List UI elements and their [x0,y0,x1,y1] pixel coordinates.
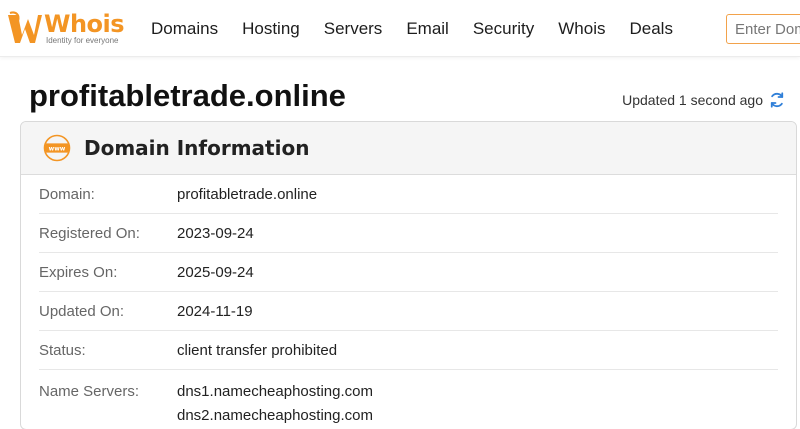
svg-text:www: www [49,145,66,152]
refresh-icon[interactable] [768,91,786,109]
card-title: Domain Information [84,136,310,160]
top-navbar: Whois Identity for everyone Domains Host… [0,0,800,57]
nav-hosting[interactable]: Hosting [242,18,300,40]
domain-info-table: Domain: profitabletrade.online Registere… [21,175,796,428]
brand-name: Whois [44,10,125,38]
row-label: Updated On: [39,302,125,320]
card-header: www Domain Information [21,122,796,175]
name-server-item: dns2.namecheaphosting.com [177,407,373,424]
main-nav: Domains Hosting Servers Email Security W… [151,18,697,40]
row-label: Status: [39,341,86,359]
www-icon: www [43,134,71,162]
whois-logo-icon [8,11,42,43]
updated-status: Updated 1 second ago [622,91,786,109]
nav-domains[interactable]: Domains [151,18,218,40]
row-value: client transfer prohibited [177,341,338,359]
domain-search-input[interactable] [726,14,800,44]
name-server-item: dns1.namecheaphosting.com [177,383,373,400]
whois-logo[interactable]: Whois Identity for everyone [4,9,134,49]
brand-tagline: Identity for everyone [46,36,119,45]
nav-email[interactable]: Email [406,18,449,40]
row-label: Domain: [39,185,95,203]
row-value: 2025-09-24 [177,263,254,281]
row-label: Name Servers: [39,383,140,400]
nav-servers[interactable]: Servers [324,18,383,40]
page-title: profitabletrade.online [29,78,346,113]
row-label: Expires On: [39,263,118,281]
info-row-updated: Updated On: 2024-11-19 [39,292,778,331]
row-value: 2024-11-19 [177,302,253,320]
updated-text: Updated 1 second ago [622,92,763,108]
info-row-domain: Domain: profitabletrade.online [39,175,778,214]
info-row-status: Status: client transfer prohibited [39,331,778,370]
row-value: profitabletrade.online [177,185,318,203]
row-label: Registered On: [39,224,140,242]
info-row-registered: Registered On: 2023-09-24 [39,214,778,253]
nav-security[interactable]: Security [473,18,534,40]
info-row-name-servers: Name Servers: dns1.namecheaphosting.com … [39,370,778,428]
name-server-list: dns1.namecheaphosting.com dns2.namecheap… [177,380,373,428]
nav-whois[interactable]: Whois [558,18,605,40]
domain-information-card: www Domain Information Domain: profitabl… [20,121,797,429]
nav-deals[interactable]: Deals [629,18,672,40]
row-value: 2023-09-24 [177,224,254,242]
info-row-expires: Expires On: 2025-09-24 [39,253,778,292]
